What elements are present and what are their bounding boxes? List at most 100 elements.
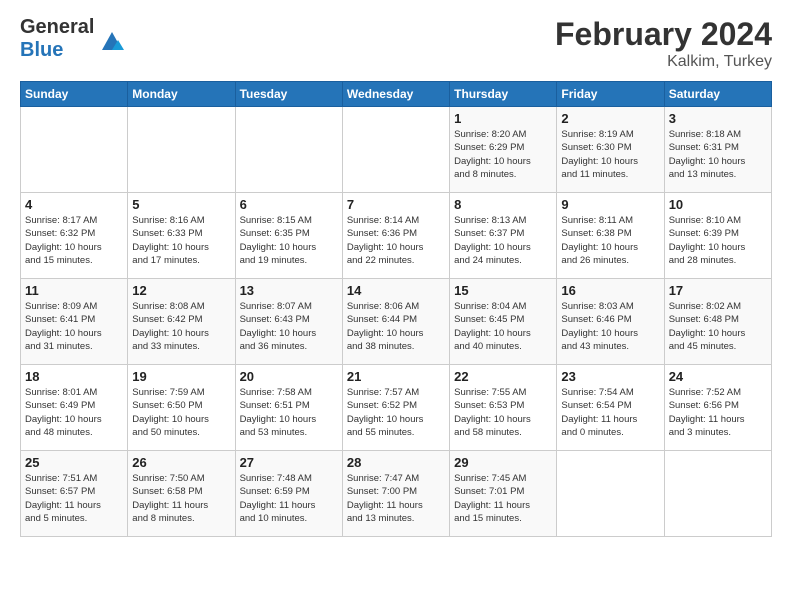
day-cell [342,107,449,193]
day-cell: 11 Sunrise: 8:09 AM Sunset: 6:41 PM Dayli… [21,279,128,365]
day-number: 9 [561,197,659,212]
day-cell: 5 Sunrise: 8:16 AM Sunset: 6:33 PM Daylig… [128,193,235,279]
day-number: 22 [454,369,552,384]
col-thursday: Thursday [450,82,557,107]
day-number: 5 [132,197,230,212]
day-info: Sunrise: 8:20 AM Sunset: 6:29 PM Dayligh… [454,128,552,181]
day-info: Sunrise: 8:11 AM Sunset: 6:38 PM Dayligh… [561,214,659,267]
day-cell: 29 Sunrise: 7:45 AM Sunset: 7:01 PM Dayli… [450,451,557,537]
week-row-1: 1 Sunrise: 8:20 AM Sunset: 6:29 PM Daylig… [21,107,772,193]
day-cell [664,451,771,537]
day-info: Sunrise: 8:14 AM Sunset: 6:36 PM Dayligh… [347,214,445,267]
day-info: Sunrise: 8:02 AM Sunset: 6:48 PM Dayligh… [669,300,767,353]
day-number: 17 [669,283,767,298]
day-cell: 14 Sunrise: 8:06 AM Sunset: 6:44 PM Dayli… [342,279,449,365]
day-info: Sunrise: 7:57 AM Sunset: 6:52 PM Dayligh… [347,386,445,439]
day-info: Sunrise: 8:06 AM Sunset: 6:44 PM Dayligh… [347,300,445,353]
day-info: Sunrise: 8:07 AM Sunset: 6:43 PM Dayligh… [240,300,338,353]
day-info: Sunrise: 8:03 AM Sunset: 6:46 PM Dayligh… [561,300,659,353]
day-info: Sunrise: 8:10 AM Sunset: 6:39 PM Dayligh… [669,214,767,267]
day-number: 26 [132,455,230,470]
calendar-title: February 2024 [555,16,772,53]
day-cell: 10 Sunrise: 8:10 AM Sunset: 6:39 PM Dayli… [664,193,771,279]
calendar-location: Kalkim, Turkey [555,53,772,71]
day-number: 8 [454,197,552,212]
day-cell: 27 Sunrise: 7:48 AM Sunset: 6:59 PM Dayli… [235,451,342,537]
day-number: 10 [669,197,767,212]
col-friday: Friday [557,82,664,107]
day-info: Sunrise: 7:58 AM Sunset: 6:51 PM Dayligh… [240,386,338,439]
day-info: Sunrise: 8:19 AM Sunset: 6:30 PM Dayligh… [561,128,659,181]
col-tuesday: Tuesday [235,82,342,107]
day-cell: 9 Sunrise: 8:11 AM Sunset: 6:38 PM Daylig… [557,193,664,279]
day-info: Sunrise: 7:51 AM Sunset: 6:57 PM Dayligh… [25,472,123,525]
day-number: 13 [240,283,338,298]
day-number: 18 [25,369,123,384]
day-cell: 1 Sunrise: 8:20 AM Sunset: 6:29 PM Daylig… [450,107,557,193]
week-row-5: 25 Sunrise: 7:51 AM Sunset: 6:57 PM Dayli… [21,451,772,537]
day-cell: 19 Sunrise: 7:59 AM Sunset: 6:50 PM Dayli… [128,365,235,451]
day-info: Sunrise: 8:13 AM Sunset: 6:37 PM Dayligh… [454,214,552,267]
day-cell [235,107,342,193]
day-cell: 15 Sunrise: 8:04 AM Sunset: 6:45 PM Dayli… [450,279,557,365]
day-cell: 2 Sunrise: 8:19 AM Sunset: 6:30 PM Daylig… [557,107,664,193]
day-cell: 24 Sunrise: 7:52 AM Sunset: 6:56 PM Dayli… [664,365,771,451]
day-number: 1 [454,111,552,126]
header-row: Sunday Monday Tuesday Wednesday Thursday… [21,82,772,107]
col-sunday: Sunday [21,82,128,107]
day-number: 29 [454,455,552,470]
day-number: 16 [561,283,659,298]
day-number: 20 [240,369,338,384]
day-number: 6 [240,197,338,212]
day-number: 12 [132,283,230,298]
day-cell: 18Sunrise: 8:01 AM Sunset: 6:49 PM Dayli… [21,365,128,451]
day-info: Sunrise: 8:16 AM Sunset: 6:33 PM Dayligh… [132,214,230,267]
day-number: 2 [561,111,659,126]
title-block: February 2024 Kalkim, Turkey [555,16,772,71]
day-number: 4 [25,197,123,212]
day-info: Sunrise: 8:09 AM Sunset: 6:41 PM Dayligh… [25,300,123,353]
day-number: 27 [240,455,338,470]
day-info: Sunrise: 7:47 AM Sunset: 7:00 PM Dayligh… [347,472,445,525]
logo-blue: Blue [20,39,94,62]
day-cell: 3 Sunrise: 8:18 AM Sunset: 6:31 PM Daylig… [664,107,771,193]
day-info: Sunrise: 8:18 AM Sunset: 6:31 PM Dayligh… [669,128,767,181]
day-cell: 12Sunrise: 8:08 AM Sunset: 6:42 PM Dayli… [128,279,235,365]
day-info: Sunrise: 7:52 AM Sunset: 6:56 PM Dayligh… [669,386,767,439]
day-number: 24 [669,369,767,384]
col-wednesday: Wednesday [342,82,449,107]
day-info: Sunrise: 8:04 AM Sunset: 6:45 PM Dayligh… [454,300,552,353]
day-number: 19 [132,369,230,384]
day-info: Sunrise: 8:15 AM Sunset: 6:35 PM Dayligh… [240,214,338,267]
day-cell: 8 Sunrise: 8:13 AM Sunset: 6:37 PM Daylig… [450,193,557,279]
week-row-2: 4Sunrise: 8:17 AM Sunset: 6:32 PM Daylig… [21,193,772,279]
day-cell: 20 Sunrise: 7:58 AM Sunset: 6:51 PM Dayli… [235,365,342,451]
day-info: Sunrise: 7:54 AM Sunset: 6:54 PM Dayligh… [561,386,659,439]
day-number: 23 [561,369,659,384]
day-cell: 26 Sunrise: 7:50 AM Sunset: 6:58 PM Dayli… [128,451,235,537]
day-info: Sunrise: 7:55 AM Sunset: 6:53 PM Dayligh… [454,386,552,439]
day-cell [21,107,128,193]
day-number: 3 [669,111,767,126]
day-number: 15 [454,283,552,298]
day-cell: 4Sunrise: 8:17 AM Sunset: 6:32 PM Daylig… [21,193,128,279]
calendar-table: Sunday Monday Tuesday Wednesday Thursday… [20,81,772,537]
day-cell [557,451,664,537]
logo-general: General [20,16,94,39]
day-info: Sunrise: 7:59 AM Sunset: 6:50 PM Dayligh… [132,386,230,439]
week-row-4: 18Sunrise: 8:01 AM Sunset: 6:49 PM Dayli… [21,365,772,451]
day-number: 14 [347,283,445,298]
day-cell: 28 Sunrise: 7:47 AM Sunset: 7:00 PM Dayli… [342,451,449,537]
day-info: Sunrise: 7:45 AM Sunset: 7:01 PM Dayligh… [454,472,552,525]
day-number: 25 [25,455,123,470]
day-info: Sunrise: 7:48 AM Sunset: 6:59 PM Dayligh… [240,472,338,525]
day-cell: 6 Sunrise: 8:15 AM Sunset: 6:35 PM Daylig… [235,193,342,279]
day-cell: 25 Sunrise: 7:51 AM Sunset: 6:57 PM Dayli… [21,451,128,537]
day-number: 11 [25,283,123,298]
day-number: 28 [347,455,445,470]
header: General Blue February 2024 Kalkim, Turke… [20,16,772,71]
week-row-3: 11 Sunrise: 8:09 AM Sunset: 6:41 PM Dayli… [21,279,772,365]
day-info: Sunrise: 7:50 AM Sunset: 6:58 PM Dayligh… [132,472,230,525]
day-cell: 21Sunrise: 7:57 AM Sunset: 6:52 PM Dayli… [342,365,449,451]
day-number: 7 [347,197,445,212]
